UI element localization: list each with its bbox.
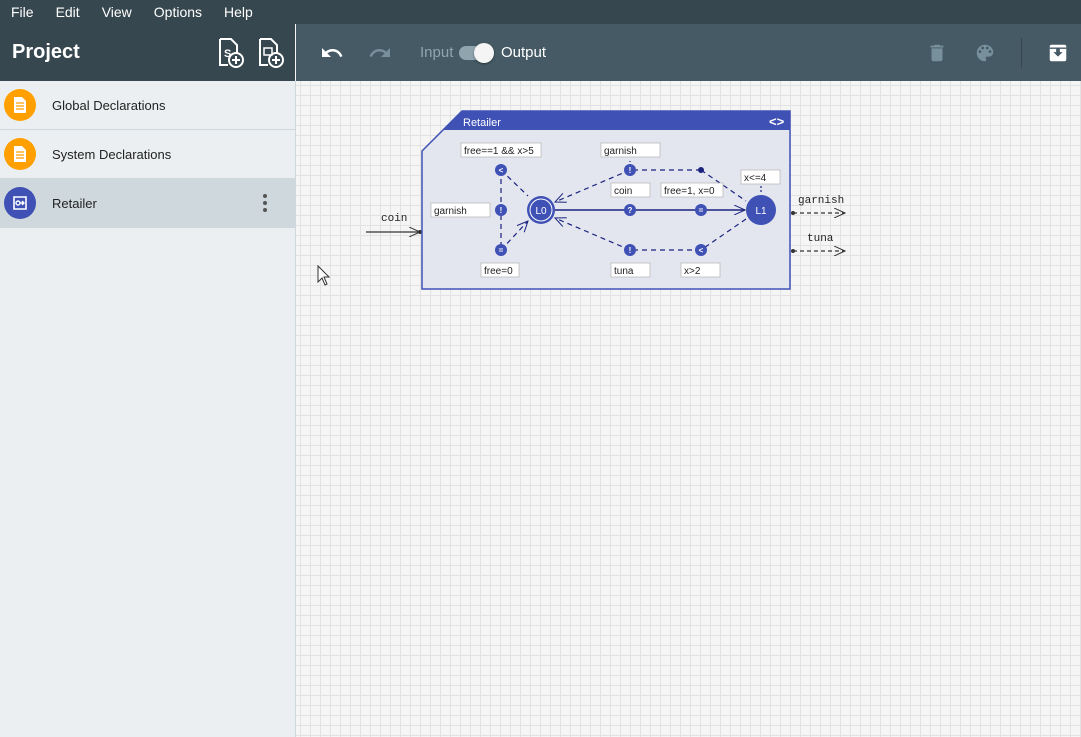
component-diagram: coin garnish tuna Retailer <> L0 L1 < ! … xyxy=(317,110,1081,290)
mode-toggle-knob[interactable] xyxy=(474,43,494,63)
output-mode-label: Output xyxy=(501,44,547,61)
location-name: L1 xyxy=(755,206,767,217)
menu-view[interactable]: View xyxy=(91,0,143,24)
sidebar-item-retailer[interactable]: Retailer xyxy=(0,179,295,228)
input-signature[interactable]: coin xyxy=(366,213,422,234)
guard-nail[interactable]: < xyxy=(495,164,507,176)
project-header: Project S xyxy=(0,24,295,81)
archive-icon[interactable] xyxy=(1043,38,1073,68)
sync-nail[interactable]: ! xyxy=(624,164,636,176)
sync-nail[interactable]: ? xyxy=(624,204,636,216)
undo-icon[interactable] xyxy=(317,38,347,68)
sidebar-item-system-declarations[interactable]: System Declarations xyxy=(0,130,295,179)
mouse-cursor-icon xyxy=(317,264,331,286)
delete-icon[interactable] xyxy=(922,38,952,68)
update-label[interactable]: free=0 xyxy=(484,266,513,277)
palette-icon[interactable] xyxy=(970,38,1000,68)
svg-text:=: = xyxy=(499,246,504,255)
canvas[interactable]: coin garnish tuna Retailer <> L0 L1 < ! … xyxy=(296,81,1081,737)
location-l1[interactable]: L1 xyxy=(746,195,776,225)
location-l0[interactable]: L0 xyxy=(527,196,555,224)
sync-label[interactable]: tuna xyxy=(614,266,634,277)
document-icon xyxy=(4,138,36,170)
nail[interactable] xyxy=(698,167,704,173)
project-sidebar: Global Declarations System Declarations … xyxy=(0,81,296,737)
redo-icon[interactable] xyxy=(365,38,395,68)
invariant-label[interactable]: x<=4 xyxy=(744,173,767,184)
add-component-icon[interactable] xyxy=(255,36,285,70)
guard-label[interactable]: free==1 && x>5 xyxy=(464,146,534,157)
code-toggle-icon[interactable]: <> xyxy=(769,114,785,129)
update-label[interactable]: free=1, x=0 xyxy=(664,186,715,197)
output-signature-tuna[interactable]: tuna xyxy=(791,233,845,253)
project-title: Project xyxy=(12,41,80,63)
sync-label[interactable]: garnish xyxy=(434,206,467,217)
component-name: Retailer xyxy=(463,117,501,129)
menu-bar: File Edit View Options Help xyxy=(0,0,1081,24)
output-signature-label: garnish xyxy=(798,195,844,207)
sidebar-item-label: Retailer xyxy=(52,195,97,211)
svg-text:<: < xyxy=(499,166,504,175)
output-signature-label: tuna xyxy=(807,233,834,245)
svg-text:?: ? xyxy=(628,206,633,215)
menu-edit[interactable]: Edit xyxy=(45,0,91,24)
sync-label[interactable]: garnish xyxy=(604,146,637,157)
guard-nail[interactable]: < xyxy=(695,244,707,256)
component-icon xyxy=(4,187,36,219)
location-name: L0 xyxy=(535,206,547,217)
guard-label[interactable]: x>2 xyxy=(684,266,701,277)
svg-text:!: ! xyxy=(500,206,503,215)
update-nail[interactable]: = xyxy=(495,244,507,256)
sync-nail[interactable]: ! xyxy=(624,244,636,256)
menu-help[interactable]: Help xyxy=(213,0,264,24)
toolbar: Input Output xyxy=(296,24,1081,81)
svg-text:=: = xyxy=(699,206,704,215)
add-system-declaration-icon[interactable]: S xyxy=(215,36,245,70)
sidebar-item-label: System Declarations xyxy=(52,146,172,162)
input-mode-label: Input xyxy=(420,44,454,61)
output-signature-garnish[interactable]: garnish xyxy=(791,195,845,215)
sidebar-item-label: Global Declarations xyxy=(52,97,166,113)
sync-nail[interactable]: ! xyxy=(495,204,507,216)
input-signature-label: coin xyxy=(381,213,407,225)
update-nail[interactable]: = xyxy=(695,204,707,216)
toolbar-divider xyxy=(1021,38,1022,68)
document-icon xyxy=(4,89,36,121)
component-retailer[interactable]: Retailer <> xyxy=(421,110,791,290)
menu-options[interactable]: Options xyxy=(143,0,213,24)
more-options-icon[interactable] xyxy=(255,191,275,215)
menu-file[interactable]: File xyxy=(0,0,45,24)
svg-text:!: ! xyxy=(629,166,632,175)
sync-label[interactable]: coin xyxy=(614,186,632,197)
svg-text:!: ! xyxy=(629,246,632,255)
sidebar-item-global-declarations[interactable]: Global Declarations xyxy=(0,81,295,130)
svg-text:<: < xyxy=(699,246,704,255)
